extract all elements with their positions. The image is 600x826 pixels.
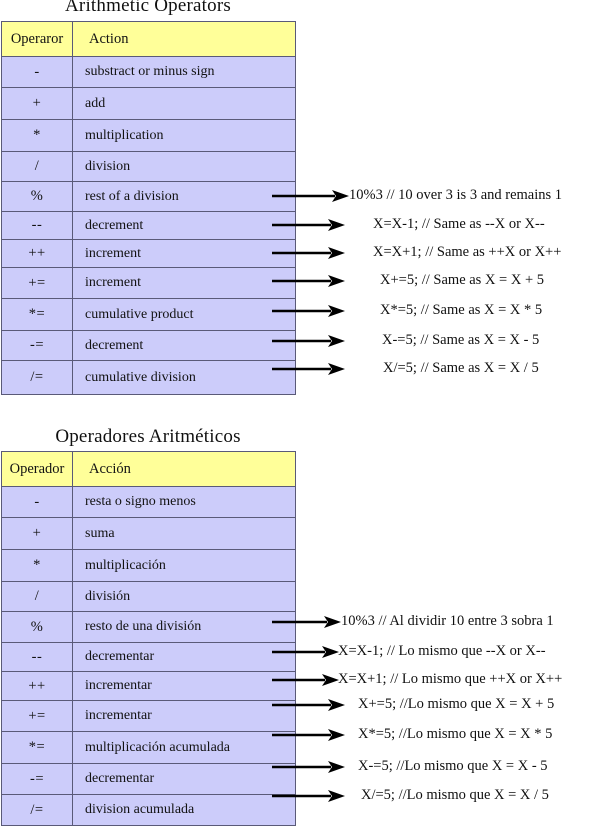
table-header-row: Operaror Action	[1, 21, 296, 57]
annotation-en-row-9: X*=5; // Same as X = X * 5	[0, 301, 600, 321]
cell-action: substract or minus sign	[72, 56, 296, 88]
table-row: + suma	[1, 517, 296, 550]
annotation-es-row-11: X/=5; //Lo mismo que X = X / 5	[0, 786, 600, 806]
column-header-operador: Operador	[1, 451, 73, 487]
arrow-right-icon	[272, 616, 341, 628]
column-header-action: Action	[72, 21, 296, 57]
arrow-right-icon	[272, 190, 349, 202]
table-row: + add	[1, 87, 296, 120]
cell-action: multiplicación	[72, 549, 296, 582]
arrow-right-icon	[272, 363, 345, 375]
annotation-note-en-row-5: 10%3 // 10 over 3 is 3 and remains 1	[349, 187, 563, 203]
cell-action: division	[72, 151, 296, 182]
annotation-es-row-9: X*=5; //Lo mismo que X = X * 5	[0, 725, 600, 745]
annotation-note-en-row-7: X=X+1; // Same as ++X or X++	[373, 244, 562, 260]
table-row: * multiplicación	[1, 549, 296, 582]
table-row: - resta o signo menos	[1, 486, 296, 518]
cell-operator: *	[1, 549, 73, 582]
cell-operator: *	[1, 119, 73, 152]
arrow-right-icon	[272, 699, 345, 711]
cell-operator: +	[1, 87, 73, 120]
cell-operator: -	[1, 486, 73, 518]
arrow-right-icon	[272, 729, 345, 741]
annotation-note-es-row-5: 10%3 // Al dividir 10 entre 3 sobra 1	[341, 613, 554, 629]
table-row: - substract or minus sign	[1, 56, 296, 88]
arrow-right-icon	[272, 646, 339, 658]
arrow-right-icon	[272, 275, 345, 287]
annotation-en-row-5: 10%3 // 10 over 3 is 3 and remains 1	[0, 186, 600, 206]
page-title-spanish: Operadores Aritméticos	[55, 426, 241, 447]
arrow-right-icon	[272, 305, 345, 317]
cell-operator: +	[1, 517, 73, 550]
annotation-en-row-6: X=X-1; // Same as --X or X--	[0, 215, 600, 235]
annotation-note-en-row-11: X/=5; // Same as X = X / 5	[383, 360, 539, 376]
arrow-right-icon	[272, 674, 339, 686]
arrow-right-icon	[272, 219, 345, 231]
annotation-es-row-6: X=X-1; // Lo mismo que --X or X--	[0, 642, 600, 662]
cell-action: add	[72, 87, 296, 120]
annotation-en-row-7: X=X+1; // Same as ++X or X++	[0, 243, 600, 263]
annotation-en-row-8: X+=5; // Same as X = X + 5	[0, 271, 600, 291]
annotation-note-es-row-9: X*=5; //Lo mismo que X = X * 5	[358, 726, 553, 742]
column-header-operator: Operaror	[1, 21, 73, 57]
annotation-note-es-row-10: X-=5; //Lo mismo que X = X - 5	[358, 758, 548, 774]
cell-action: resta o signo menos	[72, 486, 296, 518]
table-row: / division	[1, 151, 296, 182]
annotation-note-en-row-6: X=X-1; // Same as --X or X--	[373, 216, 545, 232]
annotation-note-en-row-10: X-=5; // Same as X = X - 5	[382, 332, 540, 348]
cell-operator: /	[1, 581, 73, 612]
cell-action: suma	[72, 517, 296, 550]
arrow-right-icon	[272, 790, 345, 802]
cell-operator: /	[1, 151, 73, 182]
arrow-right-icon	[272, 335, 345, 347]
annotation-note-es-row-7: X=X+1; // Lo mismo que ++X or X++	[338, 671, 563, 687]
table-row: * multiplication	[1, 119, 296, 152]
cell-action: división	[72, 581, 296, 612]
annotation-en-row-10: X-=5; // Same as X = X - 5	[0, 331, 600, 351]
annotation-es-row-5: 10%3 // Al dividir 10 entre 3 sobra 1	[0, 612, 600, 632]
annotation-note-en-row-8: X+=5; // Same as X = X + 5	[380, 272, 545, 288]
document-sheet: Arithmetic Operators Operaror Action - s…	[0, 0, 600, 826]
annotation-es-row-7: X=X+1; // Lo mismo que ++X or X++	[0, 670, 600, 690]
annotation-en-row-11: X/=5; // Same as X = X / 5	[0, 359, 600, 379]
column-header-accion: Acción	[72, 451, 296, 487]
annotation-note-es-row-6: X=X-1; // Lo mismo que --X or X--	[338, 643, 546, 659]
annotation-note-es-row-11: X/=5; //Lo mismo que X = X / 5	[361, 787, 549, 803]
annotation-note-es-row-8: X+=5; //Lo mismo que X = X + 5	[358, 696, 555, 712]
page-title-english: Arithmetic Operators	[65, 0, 231, 16]
cell-action: multiplication	[72, 119, 296, 152]
table-header-row: Operador Acción	[1, 451, 296, 487]
annotation-note-en-row-9: X*=5; // Same as X = X * 5	[380, 302, 543, 318]
table-row: / división	[1, 581, 296, 612]
annotation-es-row-10: X-=5; //Lo mismo que X = X - 5	[0, 757, 600, 777]
cell-operator: -	[1, 56, 73, 88]
arrow-right-icon	[272, 247, 345, 259]
arrow-right-icon	[272, 761, 345, 773]
annotation-es-row-8: X+=5; //Lo mismo que X = X + 5	[0, 695, 600, 715]
